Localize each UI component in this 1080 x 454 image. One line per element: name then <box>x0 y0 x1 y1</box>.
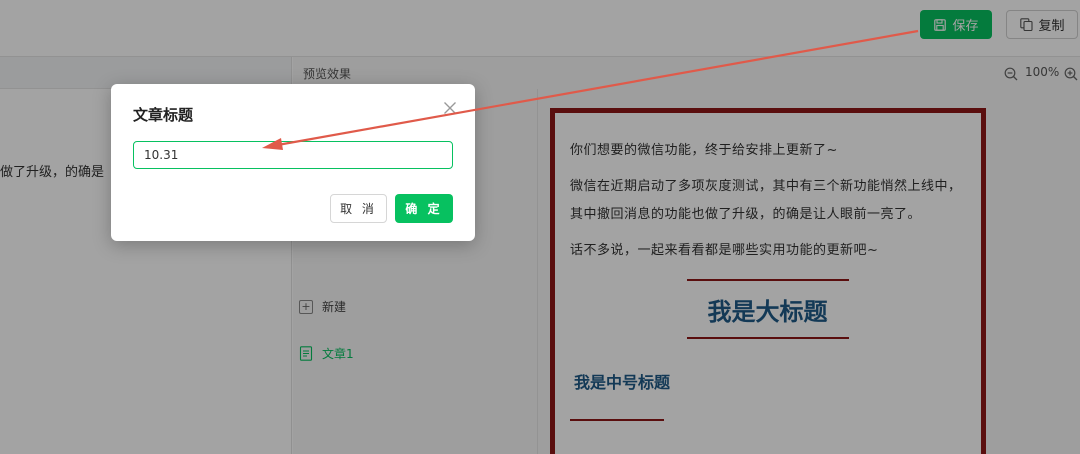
close-icon[interactable] <box>443 100 457 114</box>
confirm-button[interactable]: 确 定 <box>395 194 453 223</box>
article-title-input[interactable] <box>133 141 453 169</box>
dialog-title: 文章标题 <box>133 106 194 124</box>
article-title-dialog: 文章标题 取 消 确 定 <box>111 84 475 241</box>
cancel-button[interactable]: 取 消 <box>330 194 387 223</box>
